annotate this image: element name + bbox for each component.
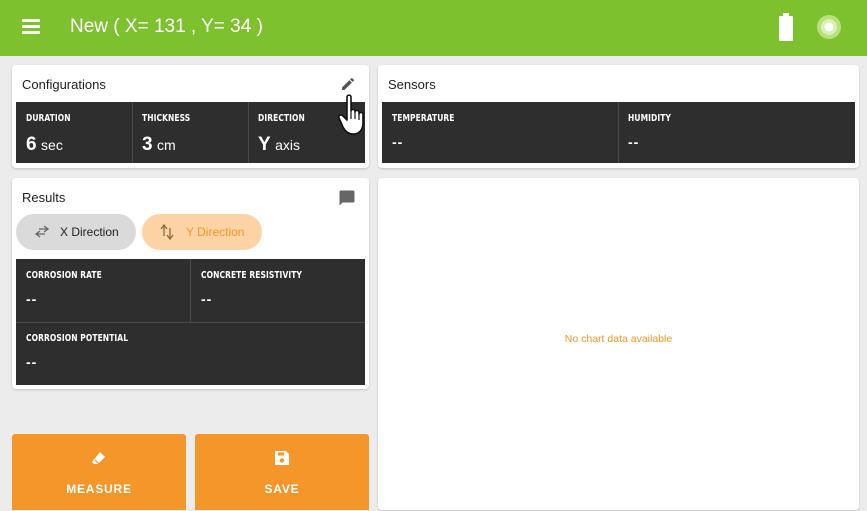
pencil-icon[interactable] [340,76,356,92]
corrosion-potential-cell: CORROSION POTENTIAL -- [16,322,365,385]
page-title: New ( X= 131 , Y= 34 ) [70,16,263,37]
sensors-title: Sensors [388,77,436,92]
swap-vertical-icon [160,224,174,240]
results-panel: CORROSION RATE -- CONCRETE RESISTIVITY -… [16,259,365,385]
corrosion-potential-label: CORROSION POTENTIAL [26,333,129,344]
no-chart-data-message: No chart data available [564,333,673,345]
thickness-label: THICKNESS [142,113,191,124]
connection-status-icon[interactable] [816,14,842,40]
corrosion-potential-value: -- [26,354,38,370]
concrete-resistivity-value: -- [201,291,213,307]
measure-button[interactable]: MEASURE [12,434,186,510]
eraser-icon [92,452,105,465]
measure-label: MEASURE [66,482,132,496]
temperature-label: TEMPERATURE [392,113,455,124]
temperature-cell: TEMPERATURE -- [382,102,618,163]
app-bar: New ( X= 131 , Y= 34 ) [0,0,867,56]
direction-cell: DIRECTION Y axis [248,102,365,163]
thickness-value: 3 [142,134,153,155]
humidity-cell: HUMIDITY -- [618,102,855,163]
direction-unit: axis [275,137,301,153]
humidity-label: HUMIDITY [628,113,672,124]
thickness-value-group: 3 cm [142,134,176,156]
corrosion-rate-cell: CORROSION RATE -- [16,259,190,322]
comment-icon[interactable] [338,189,356,207]
direction-value: Y [258,134,271,155]
thickness-cell: THICKNESS 3 cm [132,102,248,163]
corrosion-rate-label: CORROSION RATE [26,270,102,281]
y-direction-label: Y Direction [186,225,245,239]
thickness-unit: cm [157,137,176,153]
configurations-panel: DURATION 6 sec THICKNESS 3 cm DIRECTION … [16,102,365,163]
results-title: Results [22,190,66,205]
save-label: SAVE [264,482,300,496]
x-direction-chip[interactable]: X Direction [16,214,136,250]
battery-full-icon [779,13,793,41]
x-direction-label: X Direction [60,225,119,239]
concrete-resistivity-label: CONCRETE RESISTIVITY [201,270,302,281]
duration-value: 6 [26,134,37,155]
corrosion-rate-value: -- [26,291,38,307]
save-button[interactable]: SAVE [195,434,369,510]
chart-card: No chart data available [378,178,859,510]
floppy-disk-icon [275,451,289,465]
humidity-value: -- [628,134,640,150]
hamburger-menu-icon[interactable] [22,19,40,35]
results-card: Results X Direction Y Direction CORROSIO… [12,178,369,389]
direction-value-group: Y axis [258,134,300,156]
configurations-title: Configurations [22,77,106,92]
duration-value-group: 6 sec [26,134,63,156]
y-direction-chip[interactable]: Y Direction [142,214,262,250]
configurations-card: Configurations DURATION 6 sec THICKNESS … [12,65,369,168]
temperature-value: -- [392,134,404,150]
concrete-resistivity-cell: CONCRETE RESISTIVITY -- [191,259,365,322]
duration-unit: sec [41,137,63,153]
swap-horizontal-icon [34,225,50,238]
direction-label: DIRECTION [258,113,305,124]
duration-cell: DURATION 6 sec [16,102,132,163]
sensors-panel: TEMPERATURE -- HUMIDITY -- [382,102,855,163]
sensors-card: Sensors TEMPERATURE -- HUMIDITY -- [378,65,859,168]
duration-label: DURATION [26,113,71,124]
